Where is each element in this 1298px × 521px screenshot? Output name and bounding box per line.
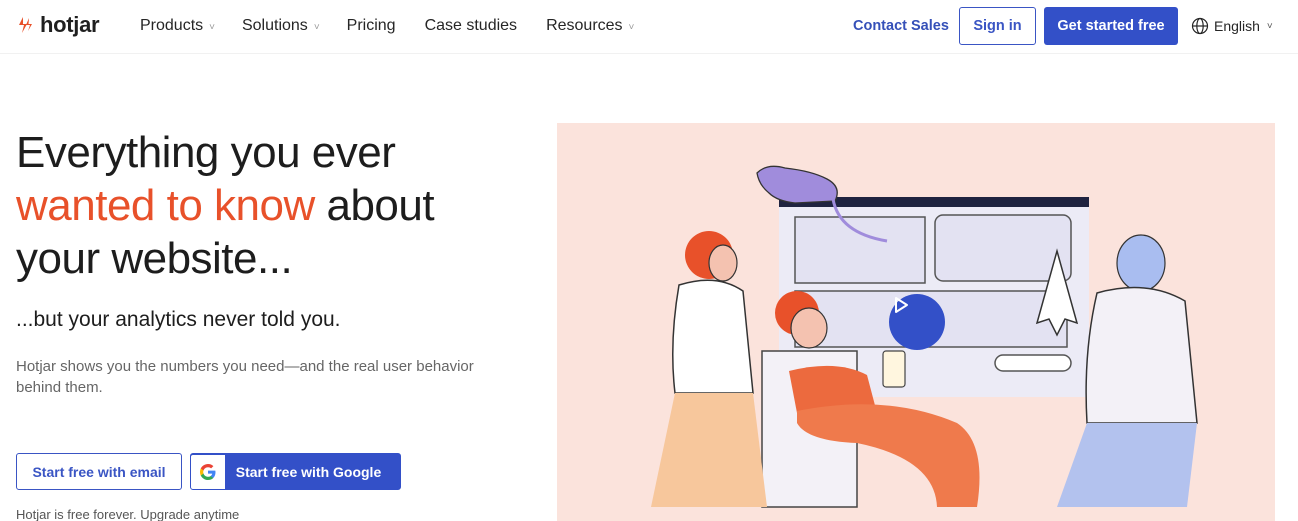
nav-item-label: Products [140, 17, 204, 34]
nav-item-products[interactable]: Products ˅ [140, 17, 215, 35]
man-coat [1085, 286, 1198, 424]
chevron-down-icon: ˅ [209, 21, 215, 33]
seated-person-face [790, 307, 828, 349]
hero-subheadline: ...but your analytics never told you. [16, 308, 341, 331]
nav-item-label: Solutions [241, 17, 308, 34]
woman-pants [651, 393, 767, 507]
hero-description: Hotjar shows you the numbers you need—an… [16, 358, 474, 396]
nav-item-case-studies[interactable]: Case studies [425, 17, 518, 35]
content-block-2 [934, 214, 1072, 282]
nav-item-pricing[interactable]: Pricing [347, 17, 396, 35]
hero-footnote: Hotjar is free forever. Upgrade anytime [16, 507, 240, 521]
language-selector[interactable]: English ˅ [1191, 17, 1273, 35]
headline-accent: wanted to know [16, 181, 315, 230]
headline-line-1: Everything you ever [16, 128, 396, 177]
hero-headline: Everything you ever wanted to know about… [16, 126, 536, 285]
start-free-google-button[interactable]: Start free with Google [190, 453, 401, 490]
logo-text: hotjar [40, 12, 100, 37]
nav-item-label: Resources [546, 17, 623, 34]
contact-sales-link[interactable]: Contact Sales [853, 18, 949, 34]
globe-icon [1191, 17, 1209, 35]
cat [756, 165, 838, 204]
man-head [1116, 234, 1166, 292]
hotjar-logo[interactable]: hotjar [16, 12, 100, 38]
man-pants [1057, 423, 1197, 507]
top-navigation: hotjar Products ˅ Solutions ˅ Pricing Ca… [0, 0, 1298, 54]
hotjar-logo-icon [19, 17, 32, 33]
headline-line-2: about [326, 181, 435, 230]
nav-item-label: Pricing [346, 17, 396, 34]
play-icon [895, 297, 908, 313]
start-free-email-button[interactable]: Start free with email [16, 453, 182, 490]
google-logo-box [191, 454, 225, 489]
woman-shirt [672, 279, 754, 394]
main-menu: Products ˅ Solutions ˅ Pricing Case stud… [140, 17, 634, 35]
get-started-button[interactable]: Get started free [1044, 7, 1178, 45]
nav-item-label: Case studies [424, 17, 518, 34]
woman-face [708, 244, 738, 282]
nav-item-solutions[interactable]: Solutions ˅ [242, 17, 320, 35]
language-label: English [1214, 18, 1260, 34]
chevron-down-icon: ˅ [628, 21, 635, 33]
google-icon [200, 463, 216, 480]
play-video-button[interactable] [889, 294, 945, 350]
chevron-down-icon: ˅ [313, 21, 320, 33]
hero-illustration [557, 123, 1275, 521]
chevron-down-icon: ˅ [1266, 20, 1273, 32]
content-pill [994, 354, 1072, 372]
google-button-label: Start free with Google [235, 463, 382, 480]
nav-item-resources[interactable]: Resources ˅ [546, 17, 634, 35]
content-block-1 [794, 216, 926, 284]
headline-line-3: your website... [16, 234, 293, 283]
sign-in-button[interactable]: Sign in [959, 7, 1036, 45]
drink-cup [882, 350, 906, 388]
